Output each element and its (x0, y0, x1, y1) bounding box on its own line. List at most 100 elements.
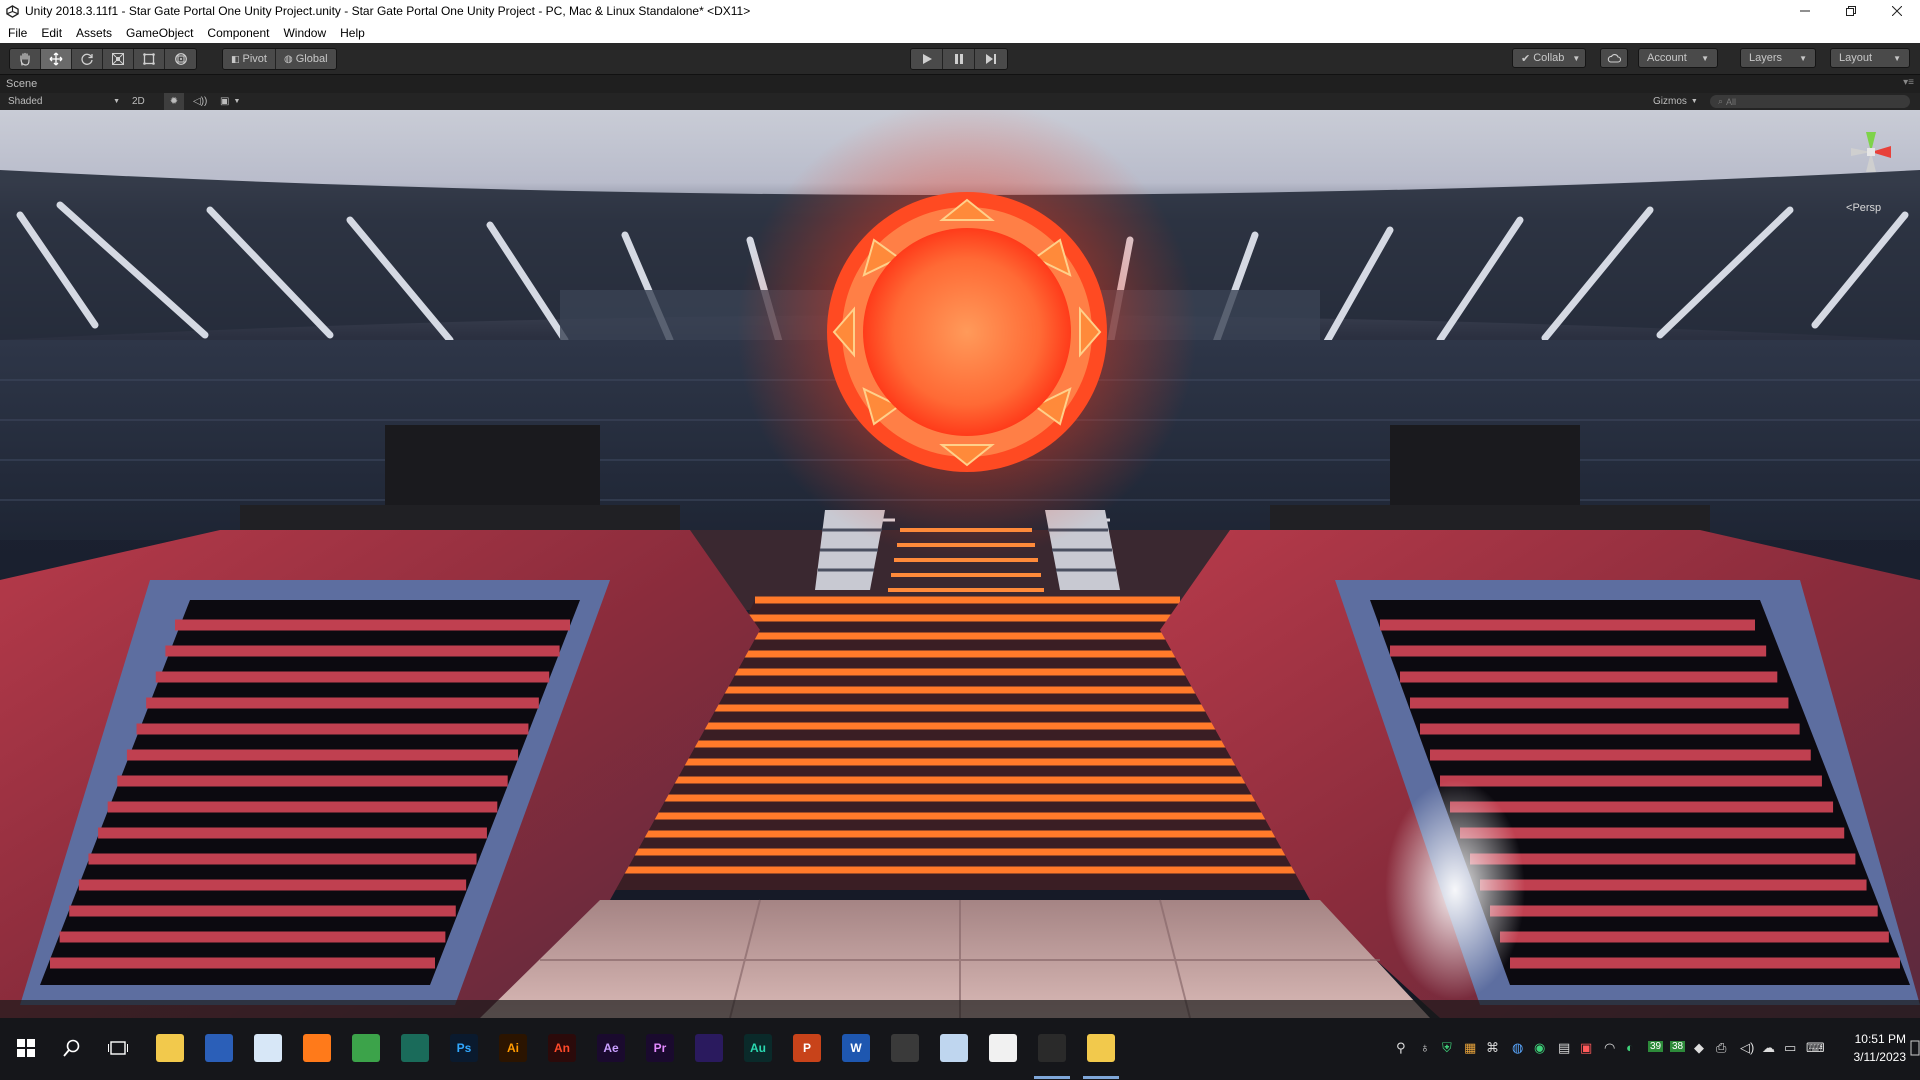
scale-tool-button[interactable] (103, 49, 134, 69)
keyboard-icon[interactable]: ⌨ (1806, 1040, 1825, 1056)
taskbar-animate-button[interactable]: An (548, 1034, 576, 1062)
speaker-icon: ◁)) (193, 96, 208, 107)
menu-file[interactable]: File (8, 26, 27, 40)
move-tool-button[interactable] (41, 49, 72, 69)
window-controls (1782, 0, 1920, 22)
2d-mode-label: 2D (132, 96, 145, 107)
caret-down-icon: ▼ (1690, 98, 1698, 105)
scene-lighting-toggle[interactable]: ✹ (164, 93, 184, 110)
collab-dropdown[interactable]: ✔ Collab ▼ (1512, 48, 1586, 68)
battery-icon[interactable]: ▭ (1784, 1040, 1796, 1056)
taskbar-after-effects-button[interactable]: Ae (597, 1034, 625, 1062)
scene-tab[interactable]: Scene ▾≡ (0, 75, 1920, 93)
scene-effects-dropdown[interactable]: ▣ ▼ (220, 93, 240, 110)
sync-icon[interactable]: ◐ (1626, 1040, 1634, 1055)
menu-window[interactable]: Window (283, 26, 326, 40)
rect-icon (143, 53, 155, 65)
temperature-badge[interactable]: 39 (1648, 1041, 1664, 1052)
task-view-icon (108, 1041, 128, 1055)
shield-icon[interactable]: ⛨ (1442, 1040, 1452, 1056)
layers-dropdown[interactable]: Layers ▼ (1740, 48, 1816, 68)
menu-assets[interactable]: Assets (76, 26, 112, 40)
shading-mode-dropdown[interactable]: Shaded ▼ (8, 93, 120, 110)
scene-audio-toggle[interactable]: ◁)) (193, 93, 207, 110)
scene-search-input[interactable]: ⌕ All (1710, 95, 1910, 108)
taskbar-windows-app-button[interactable] (989, 1034, 1017, 1062)
start-button[interactable] (12, 1034, 40, 1062)
playback-controls (910, 48, 1008, 70)
minimize-button[interactable] (1782, 0, 1828, 22)
taskbar-notepad-button[interactable] (940, 1034, 968, 1062)
cloud-off-icon[interactable]: ☁ (1762, 1040, 1775, 1056)
taskbar-unity-button[interactable] (1038, 1034, 1066, 1062)
nvidia-icon[interactable]: ◉ (1534, 1040, 1545, 1056)
minimize-icon (1800, 10, 1810, 12)
menu-gameobject[interactable]: GameObject (126, 26, 193, 40)
account-dropdown[interactable]: Account ▼ (1638, 48, 1718, 68)
taskbar-windows-store-button[interactable] (205, 1034, 233, 1062)
microphone-icon[interactable]: ♁ (1420, 1040, 1430, 1055)
clock-time: 10:51 PM (1854, 1032, 1906, 1046)
transform-tool-button[interactable] (165, 49, 196, 69)
volume-icon[interactable]: ◁) (1740, 1040, 1754, 1056)
globe-icon[interactable]: ◍ (1512, 1040, 1523, 1056)
scene-render (0, 110, 1920, 1018)
taskbar-sourcetree-button[interactable] (401, 1034, 429, 1062)
pivot-toggle[interactable]: ◧ Pivot (223, 49, 276, 69)
temperature-badge[interactable]: 38 (1670, 1041, 1686, 1052)
hand-tool-button[interactable] (10, 49, 41, 69)
tab-menu-icon[interactable]: ▾≡ (1903, 77, 1914, 88)
taskbar-powerpoint-button[interactable]: P (793, 1034, 821, 1062)
taskbar-photoshop-button[interactable]: Ps (450, 1034, 478, 1062)
menu-edit[interactable]: Edit (41, 26, 62, 40)
2d-mode-toggle[interactable]: 2D (132, 93, 145, 110)
caret-down-icon: ▼ (1799, 53, 1807, 63)
search-button[interactable] (58, 1034, 86, 1062)
step-button[interactable] (975, 49, 1007, 69)
scene-orientation-gizmo[interactable] (1836, 122, 1906, 202)
printer-icon[interactable]: ⎙ (1716, 1040, 1726, 1056)
taskbar-premiere-pro-button[interactable]: Pr (646, 1034, 674, 1062)
clock[interactable]: 10:51 PM 3/11/2023 (1854, 1030, 1907, 1066)
taskbar-illustrator-button[interactable]: Ai (499, 1034, 527, 1062)
gizmos-dropdown[interactable]: Gizmos ▼ (1653, 93, 1698, 110)
taskbar-visual-studio-button[interactable] (695, 1034, 723, 1062)
usb-icon[interactable]: ⚲ (1396, 1040, 1406, 1056)
taskbar-paint-app-button[interactable] (254, 1034, 282, 1062)
caret-down-icon: ▼ (233, 98, 241, 105)
rotate-tool-button[interactable] (72, 49, 103, 69)
gizmo-center[interactable] (1867, 148, 1875, 156)
adobe-icon[interactable]: ▣ (1580, 1040, 1592, 1056)
display-icon[interactable]: ▤ (1558, 1040, 1570, 1056)
powerpoint-icon: P (802, 1041, 811, 1055)
rect-tool-button[interactable] (134, 49, 165, 69)
projection-text: Persp (1852, 202, 1882, 214)
task-view-button[interactable] (104, 1034, 132, 1062)
scene-viewport[interactable]: <Persp (0, 110, 1920, 1018)
pause-button[interactable] (943, 49, 975, 69)
account-label: Account (1647, 52, 1687, 64)
wifi-icon[interactable]: ◠ (1604, 1040, 1615, 1056)
taskbar-audition-button[interactable]: Au (744, 1034, 772, 1062)
notifications-icon[interactable] (1910, 1040, 1920, 1056)
global-toggle[interactable]: ◍ Global (275, 49, 336, 69)
controller-icon[interactable]: ⌘ (1486, 1040, 1499, 1056)
chat-icon[interactable]: ◆ (1694, 1040, 1704, 1056)
play-button[interactable] (911, 49, 943, 69)
menu-component[interactable]: Component (207, 26, 269, 40)
layout-dropdown[interactable]: Layout ▼ (1830, 48, 1910, 68)
projection-label[interactable]: <Persp (1846, 202, 1881, 214)
menu-help[interactable]: Help (340, 26, 365, 40)
taskbar-file-explorer-button[interactable] (156, 1034, 184, 1062)
taskbar-word-button[interactable]: W (842, 1034, 870, 1062)
taskbar-sublime-text-button[interactable] (891, 1034, 919, 1062)
photos-icon[interactable]: ▦ (1464, 1040, 1476, 1056)
menu-bar: File Edit Assets GameObject Component Wi… (0, 22, 1920, 43)
restore-button[interactable] (1828, 0, 1874, 22)
cloud-button[interactable] (1600, 48, 1628, 68)
close-button[interactable] (1874, 0, 1920, 22)
close-icon (1892, 6, 1902, 16)
taskbar-explorer-folder-button[interactable] (1087, 1034, 1115, 1062)
taskbar-chrome-button[interactable] (352, 1034, 380, 1062)
taskbar-firefox-button[interactable] (303, 1034, 331, 1062)
